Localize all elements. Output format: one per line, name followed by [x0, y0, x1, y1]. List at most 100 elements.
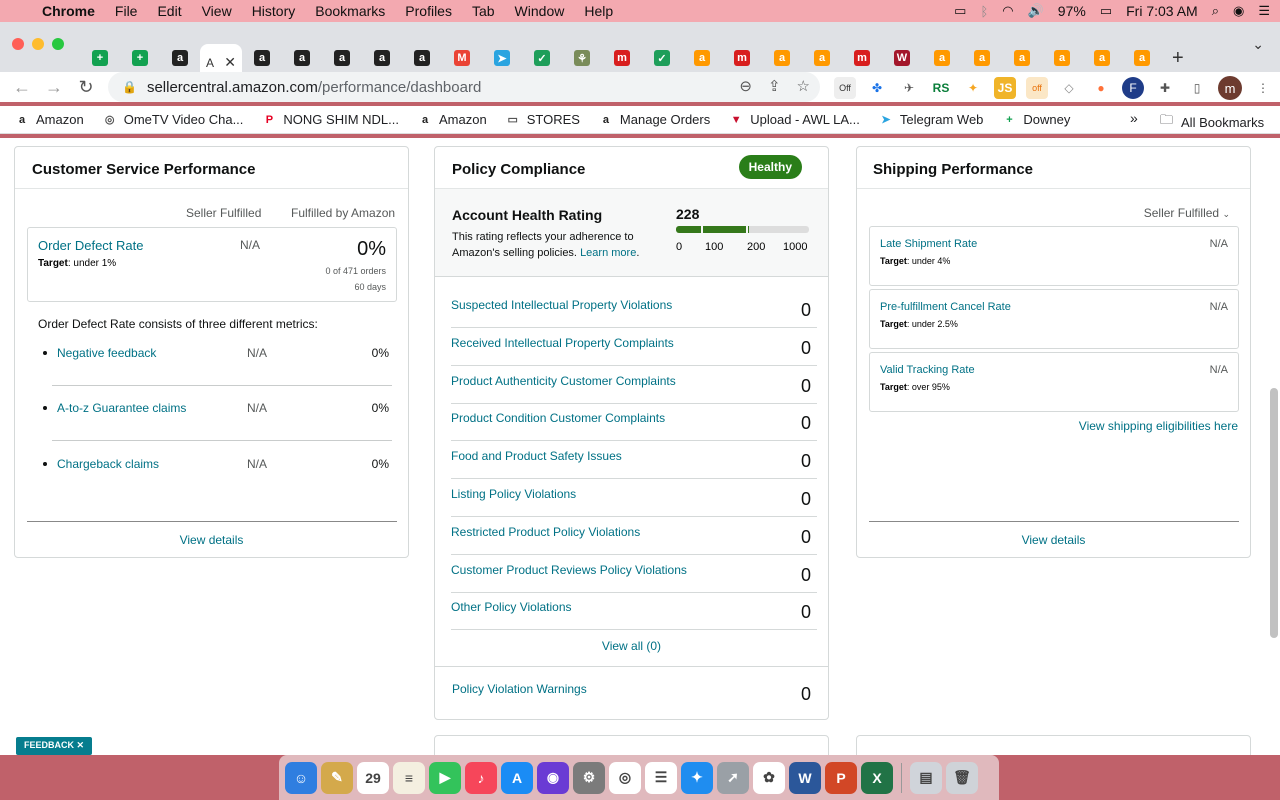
dock-trash-icon[interactable]: 🗑	[946, 761, 978, 794]
minimize-window-button[interactable]	[32, 38, 44, 50]
policy-row-link[interactable]: Suspected Intellectual Property Violatio…	[451, 298, 672, 312]
policy-row-link[interactable]: Customer Product Reviews Policy Violatio…	[451, 563, 687, 577]
policy-row-link[interactable]: Food and Product Safety Issues	[451, 449, 622, 463]
address-bar[interactable]: 🔒 sellercentral.amazon.com/performance/d…	[108, 72, 820, 102]
extension-f-icon[interactable]: F	[1122, 77, 1144, 99]
policy-row-link[interactable]: Listing Policy Violations	[451, 487, 576, 501]
tab-17[interactable]: a	[762, 44, 802, 72]
tab-7[interactable]: a	[362, 44, 402, 72]
shipping-metric-link[interactable]: Late Shipment Rate	[880, 238, 977, 250]
extension-star-icon[interactable]: ✦	[962, 77, 984, 99]
airplay-icon[interactable]: ▭	[954, 3, 966, 19]
tab-16[interactable]: m	[722, 44, 762, 72]
tab-26[interactable]: a	[1122, 44, 1162, 72]
dock-siri-icon[interactable]: ◉	[537, 761, 569, 794]
dock-reminders-icon[interactable]: ☰	[645, 761, 677, 794]
forward-button[interactable]: →	[38, 77, 70, 98]
dock-music-icon[interactable]: ♪	[465, 761, 497, 794]
dock-app-store-icon[interactable]: A	[501, 761, 533, 794]
tab-15[interactable]: a	[682, 44, 722, 72]
side-panel-icon[interactable]: ▯	[1186, 77, 1208, 99]
bookmark-item[interactable]: a Amazon	[14, 112, 84, 128]
metric-a-to-z-link[interactable]: A-to-z Guarantee claims	[57, 401, 186, 415]
dock-notes-icon[interactable]: ✎	[321, 761, 353, 794]
extension-off-badge-icon[interactable]: off	[1026, 77, 1048, 99]
tab-search-chevron-icon[interactable]: ⌄	[1252, 36, 1264, 53]
bluetooth-icon[interactable]: ᛒ	[980, 4, 988, 19]
dock-excel-icon[interactable]: X	[861, 761, 893, 794]
metric-negative-feedback-link[interactable]: Negative feedback	[57, 346, 156, 360]
volume-icon[interactable]: 🔊	[1028, 3, 1044, 19]
dock-finder-icon[interactable]: ☺	[285, 761, 317, 794]
menu-bookmarks[interactable]: Bookmarks	[305, 3, 395, 19]
profile-avatar[interactable]: m	[1218, 76, 1242, 100]
tab-20[interactable]: W	[882, 44, 922, 72]
tab-6[interactable]: a	[322, 44, 362, 72]
bookmark-star-icon[interactable]: ☆	[797, 77, 810, 95]
extensions-puzzle-icon[interactable]: ✚	[1154, 77, 1176, 99]
tab-11[interactable]: ✓	[522, 44, 562, 72]
menu-help[interactable]: Help	[574, 3, 623, 19]
extension-clover-icon[interactable]: ✤	[866, 77, 888, 99]
zoom-icon[interactable]: ⊖	[739, 77, 752, 95]
shipping-filter-dropdown[interactable]: Seller Fulfilled ⌄	[1144, 206, 1230, 220]
siri-icon[interactable]: ◉	[1233, 3, 1244, 19]
menu-history[interactable]: History	[242, 3, 306, 19]
csp-view-details-link[interactable]: View details	[15, 533, 408, 547]
shipping-metric-link[interactable]: Valid Tracking Rate	[880, 364, 975, 376]
shipping-eligibilities-link[interactable]: View shipping eligibilities here	[1079, 419, 1238, 433]
policy-row-link[interactable]: Restricted Product Policy Violations	[451, 525, 640, 539]
learn-more-link[interactable]: Learn more	[580, 247, 636, 259]
odr-link[interactable]: Order Defect Rate	[38, 238, 144, 253]
dock-settings-icon[interactable]: ⚙	[573, 761, 605, 794]
tab-22[interactable]: a	[962, 44, 1002, 72]
bookmark-item[interactable]: a Amazon	[417, 112, 487, 128]
bookmark-item[interactable]: ➤ Telegram Web	[878, 112, 983, 128]
dock-launchpad-icon[interactable]: ➚	[717, 761, 749, 794]
menu-edit[interactable]: Edit	[147, 3, 191, 19]
dock-facetime-icon[interactable]: ▶	[429, 761, 461, 794]
page-scrollbar[interactable]	[1270, 388, 1278, 638]
menu-view[interactable]: View	[192, 3, 242, 19]
all-bookmarks-button[interactable]: 🗀 All Bookmarks	[1160, 111, 1264, 133]
menu-clock[interactable]: Fri 7:03 AM	[1126, 3, 1198, 19]
lock-icon[interactable]: 🔒	[122, 80, 137, 94]
bookmark-item[interactable]: ▭ STORES	[505, 112, 580, 128]
close-window-button[interactable]	[12, 38, 24, 50]
dock-photos-icon[interactable]: ✿	[753, 761, 785, 794]
menu-profiles[interactable]: Profiles	[395, 3, 462, 19]
bookmarks-overflow-button[interactable]: »	[1130, 110, 1138, 126]
reload-button[interactable]: ↻	[70, 77, 102, 98]
menu-file[interactable]: File	[105, 3, 148, 19]
spotlight-search-icon[interactable]: ⌕	[1212, 3, 1219, 19]
bookmark-item[interactable]: P NONG SHIM NDL...	[261, 112, 399, 128]
metric-chargeback-link[interactable]: Chargeback claims	[57, 457, 159, 471]
dock-safari-icon[interactable]: ✦	[681, 761, 713, 794]
tab-18[interactable]: a	[802, 44, 842, 72]
tab-5[interactable]: a	[282, 44, 322, 72]
extension-seller-icon[interactable]: ✈	[898, 77, 920, 99]
policy-warnings-link[interactable]: Policy Violation Warnings	[452, 682, 587, 696]
dock-word-icon[interactable]: W	[789, 761, 821, 794]
tab-10[interactable]: ➤	[482, 44, 522, 72]
bookmark-item[interactable]: ◎ OmeTV Video Cha...	[102, 112, 244, 128]
tab-21[interactable]: a	[922, 44, 962, 72]
menu-app-chrome[interactable]: Chrome	[40, 3, 105, 19]
tab-4[interactable]: a	[242, 44, 282, 72]
tab-2[interactable]: a	[160, 44, 200, 72]
tab-25[interactable]: a	[1082, 44, 1122, 72]
bookmark-item[interactable]: + Downey	[1001, 112, 1070, 128]
bookmark-item[interactable]: ▼ Upload - AWL LA...	[728, 112, 860, 128]
tab-13[interactable]: m	[602, 44, 642, 72]
zoom-window-button[interactable]	[52, 38, 64, 50]
control-center-icon[interactable]: ☰	[1258, 3, 1270, 19]
back-button[interactable]: ←	[6, 77, 38, 98]
tab-23[interactable]: a	[1002, 44, 1042, 72]
dock-stickies-icon[interactable]: ≡	[393, 761, 425, 794]
menu-window[interactable]: Window	[505, 3, 575, 19]
tab-19[interactable]: m	[842, 44, 882, 72]
tab-0[interactable]: +	[80, 44, 120, 72]
shipping-metric-link[interactable]: Pre-fulfillment Cancel Rate	[880, 301, 1011, 313]
policy-row-link[interactable]: Product Condition Customer Complaints	[451, 411, 665, 425]
tab-1[interactable]: +	[120, 44, 160, 72]
